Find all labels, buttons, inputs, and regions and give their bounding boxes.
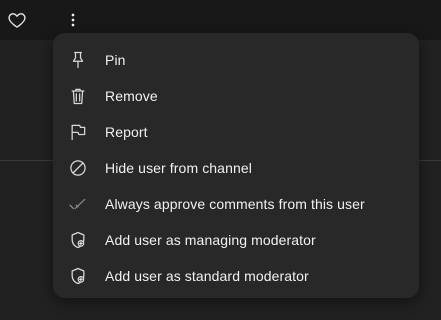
menu-item-always-approve[interactable]: Always approve comments from this user (53, 186, 419, 222)
shield-add-icon (68, 230, 88, 250)
menu-item-hide-user[interactable]: Hide user from channel (53, 150, 419, 186)
menu-item-label: Pin (105, 52, 126, 68)
menu-item-label: Hide user from channel (105, 160, 252, 176)
like-button[interactable] (5, 8, 29, 32)
heart-outline-icon (7, 10, 27, 30)
comment-actions-menu: Pin Remove Report Hide user from channel (53, 33, 419, 298)
trash-icon (68, 86, 88, 106)
menu-item-add-managing-moderator[interactable]: Add user as managing moderator (53, 222, 419, 258)
more-actions-button[interactable] (61, 8, 85, 32)
menu-item-report[interactable]: Report (53, 114, 419, 150)
menu-item-pin[interactable]: Pin (53, 42, 419, 78)
check-icon (68, 194, 88, 214)
menu-item-label: Add user as managing moderator (105, 232, 316, 248)
shield-add-icon (68, 266, 88, 286)
flag-icon (68, 122, 88, 142)
more-vertical-icon (63, 10, 83, 30)
menu-item-label: Report (105, 124, 148, 140)
menu-item-label: Remove (105, 88, 158, 104)
menu-item-label: Always approve comments from this user (105, 196, 365, 212)
menu-item-add-standard-moderator[interactable]: Add user as standard moderator (53, 258, 419, 294)
menu-item-remove[interactable]: Remove (53, 78, 419, 114)
pin-icon (68, 50, 88, 70)
menu-item-label: Add user as standard moderator (105, 268, 309, 284)
block-icon (68, 158, 88, 178)
